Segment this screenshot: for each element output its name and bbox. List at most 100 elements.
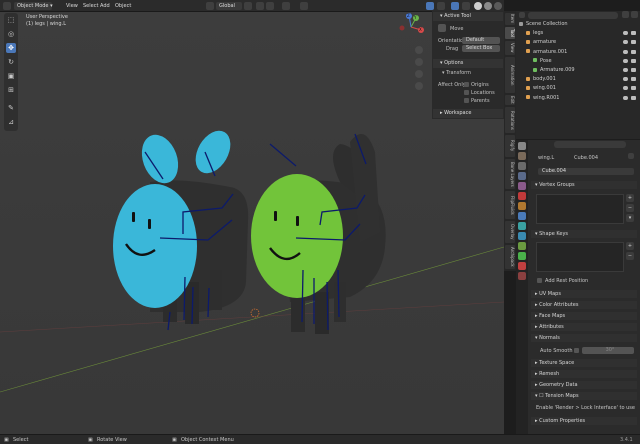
visibility-toggle-icon[interactable] bbox=[426, 2, 434, 10]
shape-keys-list[interactable] bbox=[536, 242, 624, 272]
add-shape-key-button[interactable]: + bbox=[626, 242, 634, 250]
vertex-groups-header[interactable]: ▾ Vertex Groups bbox=[531, 181, 637, 189]
color-attributes-header[interactable]: ▸ Color Attributes bbox=[531, 301, 637, 309]
visibility-eye-icon[interactable] bbox=[623, 95, 628, 100]
modifiers-tab-icon[interactable] bbox=[518, 212, 526, 220]
gizmo-toggle-icon[interactable] bbox=[437, 2, 445, 10]
geometry-data-header[interactable]: ▸ Geometry Data bbox=[531, 381, 637, 389]
zoom-icon[interactable] bbox=[415, 46, 423, 54]
visibility-eye-icon[interactable] bbox=[623, 40, 628, 45]
texture-space-header[interactable]: ▸ Texture Space bbox=[531, 359, 637, 367]
tab-edit[interactable]: Edit bbox=[505, 95, 515, 105]
output-tab-icon[interactable] bbox=[518, 162, 526, 170]
normals-header[interactable]: ▾ Normals bbox=[531, 334, 637, 342]
tab-view[interactable]: View bbox=[505, 41, 515, 55]
visibility-eye-icon[interactable] bbox=[623, 58, 628, 63]
tab-archipack[interactable]: Archipack bbox=[505, 245, 515, 269]
menu-add[interactable]: Add bbox=[97, 2, 113, 10]
tab-flipfluids[interactable]: FlipFluids bbox=[505, 191, 515, 219]
locations-checkbox[interactable] bbox=[464, 90, 469, 95]
render-camera-icon[interactable] bbox=[631, 49, 636, 54]
cursor-tool-icon[interactable]: ◎ bbox=[6, 29, 16, 39]
tab-rotations[interactable]: Rotations bbox=[505, 107, 515, 133]
outliner-editor-icon[interactable] bbox=[519, 12, 525, 18]
snap-icon[interactable] bbox=[256, 2, 264, 10]
visibility-eye-icon[interactable] bbox=[623, 86, 628, 91]
proportional-edit-icon[interactable] bbox=[282, 2, 290, 10]
transform-subheader[interactable]: ▾ Transform bbox=[442, 70, 471, 76]
vertex-groups-list[interactable] bbox=[536, 194, 624, 224]
mesh-data-tab-icon[interactable] bbox=[518, 252, 526, 260]
add-vertex-group-button[interactable]: + bbox=[626, 194, 634, 202]
remove-vertex-group-button[interactable]: − bbox=[626, 204, 634, 212]
render-camera-icon[interactable] bbox=[631, 58, 636, 63]
pin-icon[interactable] bbox=[628, 153, 634, 159]
orientation-field[interactable]: Default bbox=[462, 37, 500, 44]
pan-hand-icon[interactable] bbox=[415, 58, 423, 66]
annotate-tool-icon[interactable]: ✎ bbox=[6, 103, 16, 113]
parents-checkbox[interactable] bbox=[464, 98, 469, 103]
outliner-row[interactable]: Pose bbox=[519, 58, 637, 64]
uv-maps-header[interactable]: ▸ UV Maps bbox=[531, 290, 637, 298]
object-tab-icon[interactable] bbox=[518, 202, 526, 210]
tab-bone-layers[interactable]: Bone Layers bbox=[505, 159, 515, 189]
drag-field[interactable]: Select Box bbox=[462, 45, 500, 52]
visibility-eye-icon[interactable] bbox=[623, 31, 628, 36]
render-tab-icon[interactable] bbox=[518, 152, 526, 160]
viewport-3d[interactable]: User Perspective (1) legs | wing.L X Y Z bbox=[0, 12, 504, 434]
menu-object[interactable]: Object bbox=[112, 2, 134, 10]
constraints-tab-icon[interactable] bbox=[518, 242, 526, 250]
scene-render[interactable] bbox=[0, 12, 504, 434]
options-header[interactable]: ▾ Options bbox=[433, 59, 503, 68]
outliner-row[interactable]: Armature.009 bbox=[519, 67, 637, 73]
move-tool-icon[interactable]: ✥ bbox=[6, 43, 16, 53]
vertex-group-menu-button[interactable]: ▾ bbox=[626, 214, 634, 222]
auto-smooth-angle-field[interactable]: 30° bbox=[582, 347, 634, 354]
render-camera-icon[interactable] bbox=[631, 86, 636, 91]
overlays-toggle-icon[interactable] bbox=[451, 2, 459, 10]
outliner-row[interactable]: armature.001 bbox=[519, 49, 637, 55]
tab-tool[interactable]: Tool bbox=[505, 27, 515, 39]
perspective-grid-icon[interactable] bbox=[415, 82, 423, 90]
remesh-header[interactable]: ▸ Remesh bbox=[531, 370, 637, 378]
view-layer-tab-icon[interactable] bbox=[518, 172, 526, 180]
visibility-eye-icon[interactable] bbox=[623, 68, 628, 72]
orientation-dropdown[interactable]: Global bbox=[216, 2, 242, 10]
outliner-row[interactable]: legs bbox=[519, 30, 637, 36]
active-tool-header[interactable]: ▾ Active Tool bbox=[433, 12, 503, 21]
face-maps-header[interactable]: ▸ Face Maps bbox=[531, 312, 637, 320]
remove-shape-key-button[interactable]: − bbox=[626, 252, 634, 260]
properties-search-field[interactable] bbox=[554, 141, 626, 148]
shape-keys-header[interactable]: ▾ Shape Keys bbox=[531, 230, 637, 238]
outliner-row[interactable]: wing.R001 bbox=[519, 95, 637, 101]
transform-orientation-icon[interactable] bbox=[206, 2, 214, 10]
visibility-eye-icon[interactable] bbox=[623, 49, 628, 54]
measure-tool-icon[interactable]: ⊿ bbox=[6, 117, 16, 127]
rotate-tool-icon[interactable]: ↻ bbox=[6, 57, 16, 67]
transform-tool-icon[interactable]: ⊞ bbox=[6, 85, 16, 95]
outliner-search-field[interactable] bbox=[528, 12, 618, 19]
snap-target-icon[interactable] bbox=[266, 2, 274, 10]
world-tab-icon[interactable] bbox=[518, 192, 526, 200]
falloff-icon[interactable] bbox=[300, 2, 308, 10]
scale-tool-icon[interactable]: ▣ bbox=[6, 71, 16, 81]
visibility-eye-icon[interactable] bbox=[623, 77, 628, 82]
outliner-row[interactable]: armature bbox=[519, 39, 637, 45]
shading-rendered-icon[interactable] bbox=[494, 2, 502, 10]
custom-properties-header[interactable]: ▸ Custom Properties bbox=[531, 417, 637, 425]
shading-solid-icon[interactable] bbox=[474, 2, 482, 10]
material-tab-icon[interactable] bbox=[518, 262, 526, 270]
pivot-icon[interactable] bbox=[244, 2, 252, 10]
add-rest-position-checkbox[interactable] bbox=[537, 278, 542, 283]
outliner-row[interactable]: wing.001 bbox=[519, 85, 637, 91]
menu-view[interactable]: View bbox=[63, 2, 81, 10]
tab-rigify[interactable]: Rigify bbox=[505, 135, 515, 157]
outliner-row[interactable]: body.001 bbox=[519, 76, 637, 82]
tension-maps-header[interactable]: ▾ ☐ Tension Maps bbox=[531, 392, 637, 400]
navigation-gizmo[interactable]: X Y Z bbox=[396, 12, 426, 42]
mesh-datablock-field[interactable]: Cube.004 bbox=[538, 168, 634, 175]
workspace-header[interactable]: ▸ Workspace bbox=[433, 109, 503, 118]
render-camera-icon[interactable] bbox=[631, 68, 636, 72]
render-camera-icon[interactable] bbox=[631, 31, 636, 36]
texture-tab-icon[interactable] bbox=[518, 272, 526, 280]
